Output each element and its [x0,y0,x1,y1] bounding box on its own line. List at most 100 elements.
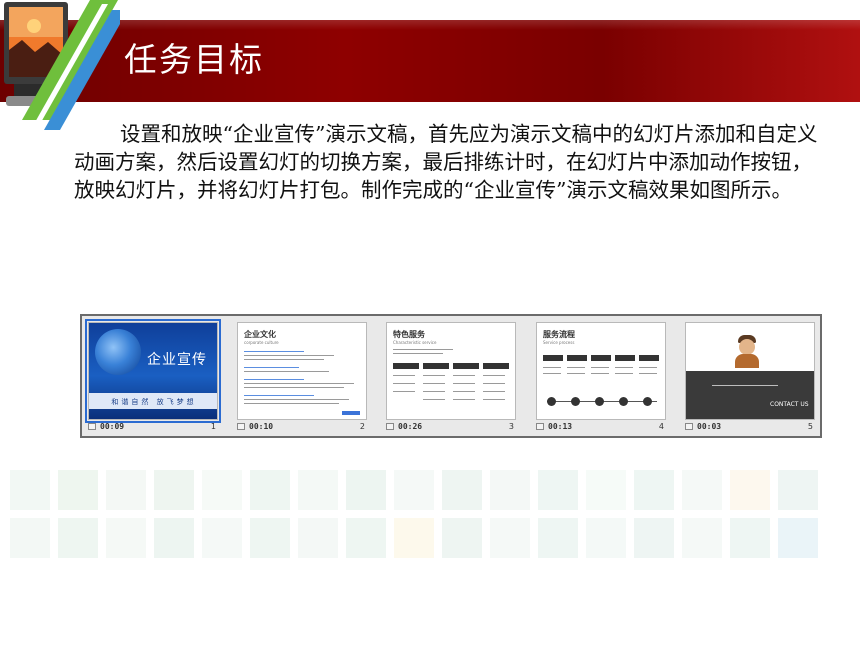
text-line [244,379,304,380]
slide-title: 企业宣传 [147,352,207,368]
slide-slot-3[interactable]: 特色服务 Characteristic service 00:26 3 [386,322,518,434]
process-node [643,397,652,406]
column-header [423,363,449,369]
text-line [453,399,475,400]
slide-time: 00:13 [548,422,573,431]
slide-slot-4[interactable]: 服务流程 Service process 00:13 4 [536,322,668,434]
text-line [543,367,561,368]
text-line [393,383,415,384]
page-title: 任务目标 [124,40,264,79]
text-line [244,399,349,400]
step-header [639,355,659,361]
text-line [453,375,475,376]
process-node [547,397,556,406]
text-line [393,391,415,392]
slide-thumbnail-3[interactable]: 特色服务 Characteristic service [386,322,516,420]
slide-number: 5 [807,422,813,431]
slide-thumbnail-5[interactable]: CONTACT US [685,322,815,420]
text-line [423,383,445,384]
text-line [244,387,344,388]
text-line [615,373,633,374]
slide-thumbnail-1[interactable]: 企业宣传 和谐自然 放飞梦想 [85,319,221,423]
slide-time: 00:10 [249,422,274,431]
nav-buttons [342,411,360,415]
text-line [393,353,443,354]
slide-number: 1 [210,422,216,431]
slide-meta: 00:13 4 [536,422,666,434]
step-header [615,355,635,361]
monitor-logo-icon [4,0,120,130]
text-line [483,383,505,384]
slide-slot-1[interactable]: 企业宣传 和谐自然 放飞梦想 00:09 1 [85,319,221,434]
text-line [591,373,609,374]
slide-time: 00:03 [697,422,722,431]
text-line [639,373,657,374]
text-line [423,375,445,376]
text-line [543,373,561,374]
text-line [244,355,334,356]
step-header [567,355,587,361]
text-line [423,391,445,392]
slide-meta: 00:10 2 [237,422,367,434]
slide-footer-text: 和谐自然 放飞梦想 [111,398,197,406]
text-line [712,385,778,386]
text-line [393,375,415,376]
globe-icon [95,329,141,375]
text-line [244,395,314,396]
step-header [591,355,611,361]
text-line [567,373,585,374]
body-paragraph-text: 设置和放映“企业宣传”演示文稿，首先应为演示文稿中的幻灯片添加和自定义动画方案，… [74,122,818,202]
text-line [423,399,445,400]
slide-meta: 00:09 1 [88,422,218,434]
text-line [483,399,505,400]
text-line [244,403,339,404]
slide-number: 2 [359,422,365,431]
slide-time: 00:26 [398,422,423,431]
process-node [571,397,580,406]
header-shine [0,20,860,30]
timing-icon [386,423,394,430]
contact-label: CONTACT US [770,401,809,408]
timing-icon [237,423,245,430]
slide-slot-2[interactable]: 企业文化 corporate culture 00:10 2 [237,322,369,434]
contact-band [686,371,814,419]
slide-meta: 00:03 5 [685,422,815,434]
background-squares [0,465,860,645]
slide-time: 00:09 [100,422,125,431]
slide-subtitle: Characteristic service [393,340,437,345]
slide-slot-5[interactable]: CONTACT US 00:03 5 [685,322,817,434]
text-line [244,359,324,360]
text-line [453,383,475,384]
slide-thumbnail-2[interactable]: 企业文化 corporate culture [237,322,367,420]
step-header [543,355,563,361]
text-line [244,351,304,352]
text-line [615,367,633,368]
slide-meta: 00:26 3 [386,422,516,434]
slide-title: 企业文化 [244,330,276,339]
slide-subtitle: corporate culture [244,340,279,345]
text-line [453,391,475,392]
slide-subtitle: Service process [543,340,575,345]
timing-icon [88,423,96,430]
timing-icon [536,423,544,430]
slide-number: 4 [658,422,664,431]
column-header [393,363,419,369]
slide-title: 服务流程 [543,330,575,339]
text-line [639,367,657,368]
text-line [393,349,453,350]
body-paragraph: 设置和放映“企业宣传”演示文稿，首先应为演示文稿中的幻灯片添加和自定义动画方案，… [74,120,830,204]
text-line [244,383,354,384]
text-line [483,375,505,376]
text-line [483,391,505,392]
text-line [567,367,585,368]
slide-thumbnail-4[interactable]: 服务流程 Service process [536,322,666,420]
text-line [591,367,609,368]
person-body [735,354,759,368]
timing-icon [685,423,693,430]
process-node [595,397,604,406]
text-line [244,371,329,372]
slide-sorter: 企业宣传 和谐自然 放飞梦想 00:09 1 企业文化 corporate cu… [80,314,822,438]
text-line [244,367,299,368]
column-header [483,363,509,369]
process-node [619,397,628,406]
